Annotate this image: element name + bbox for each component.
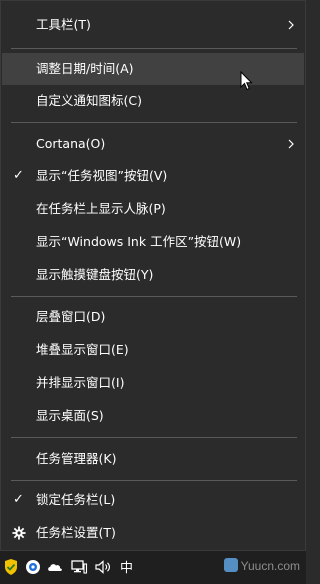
menu-item-label: 工具栏(T): [36, 17, 91, 32]
menu-item-label: 堆叠显示窗口(E): [36, 342, 129, 357]
menu-item-label: Cortana(O): [36, 136, 106, 151]
menu-item-label: 层叠窗口(D): [36, 309, 106, 324]
taskbar-context-menu: 工具栏(T) 调整日期/时间(A) 自定义通知图标(C) Cortana(O) …: [0, 0, 306, 550]
menu-item-side-by-side-windows[interactable]: 并排显示窗口(I): [2, 367, 304, 399]
menu-item-label: 显示“Windows Ink 工作区”按钮(W): [36, 234, 242, 249]
menu-item-label: 显示“任务视图”按钮(V): [36, 168, 168, 183]
menu-item-label: 锁定任务栏(L): [36, 492, 116, 507]
watermark: Yuucn.com: [223, 558, 300, 573]
menu-item-task-manager[interactable]: 任务管理器(K): [2, 443, 304, 475]
network-status-icon[interactable]: [24, 558, 42, 576]
checkmark-icon: ✓: [13, 492, 24, 507]
menu-item-toolbars[interactable]: 工具栏(T): [2, 9, 304, 41]
menu-item-label: 调整日期/时间(A): [36, 61, 134, 76]
menu-item-adjust-date-time[interactable]: 调整日期/时间(A): [2, 53, 304, 85]
menu-item-show-people[interactable]: 在任务栏上显示人脉(P): [2, 193, 304, 225]
chevron-right-icon: [288, 139, 294, 149]
watermark-logo-icon: [223, 558, 238, 572]
shield-check-icon[interactable]: [2, 558, 20, 576]
menu-item-label: 任务栏设置(T): [36, 525, 116, 540]
menu-item-show-windows-ink-button[interactable]: 显示“Windows Ink 工作区”按钮(W): [2, 226, 304, 258]
menu-item-show-task-view-button[interactable]: ✓ 显示“任务视图”按钮(V): [2, 160, 304, 192]
menu-item-label: 自定义通知图标(C): [36, 93, 142, 108]
menu-separator: [11, 48, 297, 49]
menu-separator: [11, 122, 297, 123]
menu-separator: [11, 296, 297, 297]
menu-item-lock-taskbar[interactable]: ✓ 锁定任务栏(L): [2, 484, 304, 516]
menu-item-cascade-windows[interactable]: 层叠窗口(D): [2, 301, 304, 333]
menu-item-customize-notification-icons[interactable]: 自定义通知图标(C): [2, 85, 304, 117]
menu-item-stack-windows[interactable]: 堆叠显示窗口(E): [2, 334, 304, 366]
pc-network-icon[interactable]: [70, 558, 88, 576]
ime-indicator[interactable]: 中: [120, 557, 133, 576]
menu-item-label: 任务管理器(K): [36, 451, 117, 466]
taskbar: 中 Yuucn.com: [0, 550, 306, 584]
speaker-icon[interactable]: [94, 558, 112, 576]
menu-item-show-desktop[interactable]: 显示桌面(S): [2, 400, 304, 432]
watermark-text: Yuucn.com: [240, 559, 300, 573]
menu-item-label: 在任务栏上显示人脉(P): [36, 201, 166, 216]
menu-item-taskbar-settings[interactable]: 任务栏设置(T): [2, 517, 304, 549]
menu-item-cortana[interactable]: Cortana(O): [2, 128, 304, 160]
gear-icon: [12, 526, 26, 540]
menu-item-show-touch-keyboard-button[interactable]: 显示触摸键盘按钮(Y): [2, 259, 304, 291]
chevron-right-icon: [288, 20, 294, 30]
cloud-icon[interactable]: [46, 558, 64, 576]
menu-item-label: 并排显示窗口(I): [36, 375, 125, 390]
checkmark-icon: ✓: [13, 168, 24, 183]
menu-item-label: 显示触摸键盘按钮(Y): [36, 267, 154, 282]
menu-separator: [11, 480, 297, 481]
menu-item-label: 显示桌面(S): [36, 408, 104, 423]
mouse-cursor-icon: [240, 71, 253, 91]
menu-separator: [11, 437, 297, 438]
